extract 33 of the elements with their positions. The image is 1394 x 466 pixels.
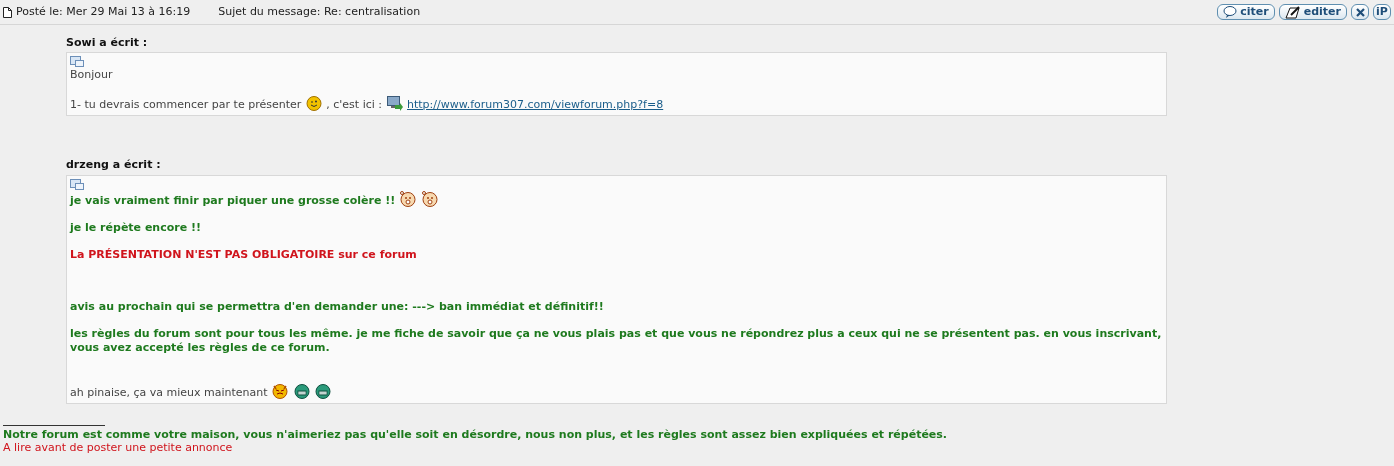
post-date: Posté le: Mer 29 Mai 13 à 16:19	[16, 5, 191, 19]
shocked-smiley-icon	[400, 190, 417, 207]
edit-button[interactable]: editer	[1278, 4, 1347, 20]
pencil-icon	[1284, 5, 1301, 19]
wink-smiley-icon	[305, 95, 322, 112]
quote-text: , c'est ici :	[326, 98, 382, 112]
speech-bubble-icon	[1223, 6, 1238, 18]
quote-author: drzeng a écrit :	[66, 158, 162, 174]
grin-smiley-icon	[315, 382, 332, 399]
ip-button[interactable]: iP	[1373, 4, 1391, 20]
link[interactable]: http://www.forum307.com/viewforum.php?f=8	[407, 98, 664, 112]
quote-icon	[70, 56, 84, 69]
document-icon	[3, 6, 12, 18]
quote-icon	[70, 178, 84, 191]
quote-text: je le répète encore !!	[70, 220, 201, 234]
devil-smiley-icon	[272, 382, 289, 399]
signature-link[interactable]: A lire avant de poster une petite annonce	[0, 440, 233, 454]
shocked-smiley-icon	[422, 190, 438, 207]
quote-text: ah pinaise, ça va mieux maintenant	[70, 385, 268, 399]
signature-text: Notre forum est comme votre maison, vous n'aimeriez pas qu'elle soit en désordre, nous non plus, et les règles sont assez bien expliquées et répétées.	[2, 427, 949, 441]
monitor-link-icon	[386, 96, 403, 112]
quote-text: La PRÉSENTATION N'EST PAS OBLIGATOIRE sur ce forum	[70, 247, 417, 261]
post-subject: Sujet du message: Re: centralisation	[218, 5, 421, 19]
quote-text: les règles du forum sont pour tous les même. je me fiche de savoir que ça ne vous plais pas et que vous ne répondrez plus a ceux qui ne se présentent pas. en vous inscrivant, vous avez accepté les règles de ce forum.	[70, 326, 1162, 354]
quote-text: 1- tu devrais commencer par te présenter	[70, 98, 302, 112]
quote-author: Sowi a écrit :	[66, 36, 149, 51]
quote-button[interactable]: citer	[1217, 4, 1275, 20]
quote-text: Bonjour	[70, 68, 113, 82]
close-icon	[1355, 7, 1365, 17]
quote-text: je vais vraiment finir par piquer une grosse colère !!	[70, 193, 396, 207]
grin-smiley-icon	[293, 382, 310, 399]
delete-button[interactable]	[1351, 4, 1369, 20]
quote-text: avis au prochain qui se permettra d'en demander une: ---> ban immédiat et définitif!!	[70, 299, 604, 313]
